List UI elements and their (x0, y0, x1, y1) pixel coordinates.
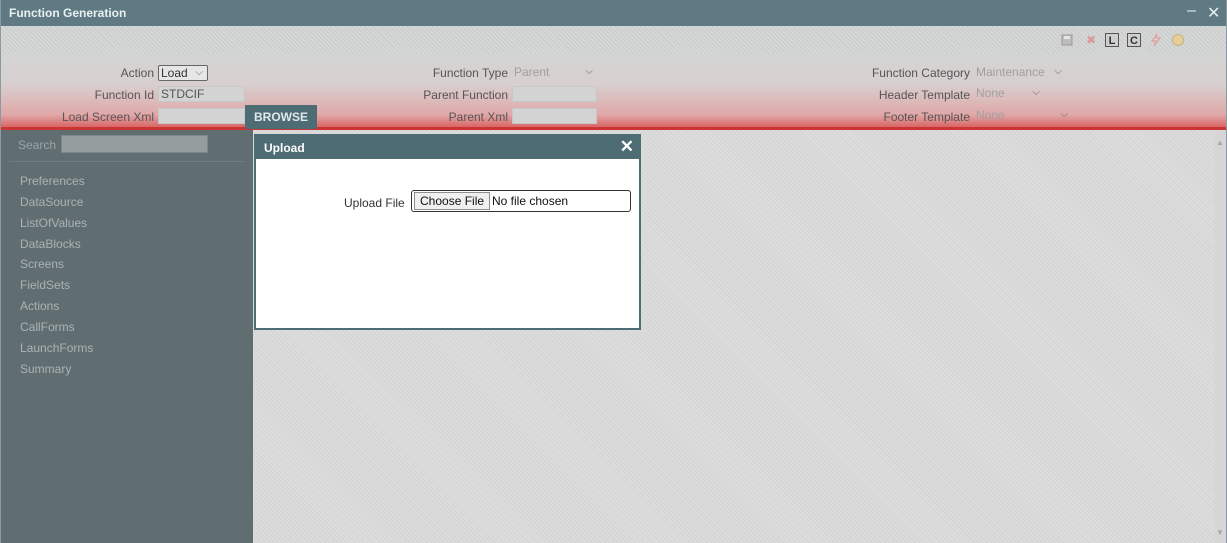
function-generation-window: Function Generation – ✕ ✖ L C Action Loa… (0, 0, 1227, 543)
help-icon[interactable] (1171, 33, 1185, 47)
function-type-label: Function Type (432, 66, 508, 80)
function-id-label: Function Id (94, 88, 154, 102)
scroll-up-icon[interactable]: ▲ (1216, 138, 1224, 147)
function-id-input[interactable]: STDCIF (158, 86, 245, 102)
close-window-icon[interactable]: ✕ (1207, 3, 1220, 23)
footer-template-select[interactable]: None ⌵ (974, 108, 1072, 124)
sidebar-divider (9, 161, 245, 162)
save-icon[interactable] (1060, 33, 1074, 47)
load-screen-xml-input[interactable] (158, 108, 245, 124)
l-button[interactable]: L (1105, 33, 1119, 47)
window-title: Function Generation (9, 6, 127, 20)
search-input[interactable] (61, 135, 208, 153)
browse-button[interactable]: BROWSE (245, 105, 317, 129)
sidebar-item-callforms[interactable]: CallForms (20, 320, 75, 334)
sidebar-item-preferences[interactable]: Preferences (20, 174, 85, 188)
close-icon[interactable]: ✕ (620, 137, 634, 157)
parent-function-label: Parent Function (423, 88, 508, 102)
minimize-icon[interactable]: – (1187, 2, 1196, 20)
sidebar-item-datasource[interactable]: DataSource (20, 195, 83, 209)
sidebar-item-screens[interactable]: Screens (20, 257, 64, 271)
sidebar-item-actions[interactable]: Actions (20, 299, 59, 313)
header-template-value: None (976, 86, 1005, 100)
parent-xml-input[interactable] (512, 108, 597, 124)
file-status-text: No file chosen (492, 194, 569, 208)
action-select[interactable]: Load ⌵ (158, 65, 208, 81)
sidebar-item-datablocks[interactable]: DataBlocks (20, 237, 81, 251)
header-template-label: Header Template (878, 88, 970, 102)
action-value: Load (161, 66, 188, 80)
choose-file-button[interactable]: Choose File (414, 192, 491, 210)
upload-file-label: Upload File (344, 196, 405, 210)
function-category-label: Function Category (871, 66, 970, 80)
title-bar: Function Generation – ✕ (1, 0, 1226, 26)
parent-function-input[interactable] (512, 86, 597, 102)
c-button[interactable]: C (1127, 33, 1141, 47)
sidebar-item-summary[interactable]: Summary (20, 362, 71, 376)
action-label: Action (120, 66, 154, 80)
function-type-value: Parent (514, 65, 550, 79)
toolbar: ✖ L C (1, 26, 1226, 54)
parent-xml-label: Parent Xml (448, 110, 508, 124)
vertical-scrollbar[interactable]: ▲ ▼ (1215, 130, 1226, 543)
lightning-icon[interactable] (1149, 33, 1163, 47)
scroll-down-icon[interactable]: ▼ (1216, 528, 1224, 537)
search-label: Search (18, 138, 57, 152)
sidebar-item-fieldsets[interactable]: FieldSets (20, 278, 70, 292)
footer-template-label: Footer Template (883, 110, 971, 124)
function-category-select[interactable]: Maintenance ⌵ (974, 65, 1066, 81)
upload-dialog: Upload ✕ Upload File Choose File No file… (254, 134, 641, 330)
header-template-select[interactable]: None ⌵ (974, 86, 1044, 102)
sidebar: Search Preferences DataSource ListOfValu… (1, 130, 253, 543)
load-screen-xml-label: Load Screen Xml (61, 110, 154, 124)
function-type-select[interactable]: Parent ⌵ (512, 65, 597, 81)
upload-dialog-header: Upload ✕ (256, 136, 639, 159)
upload-dialog-title: Upload (264, 141, 305, 155)
upload-file-input[interactable]: Choose File No file chosen (411, 190, 631, 212)
footer-template-value: None (976, 108, 1005, 122)
sidebar-item-listofvalues[interactable]: ListOfValues (20, 216, 87, 230)
delete-icon[interactable]: ✖ (1084, 33, 1098, 47)
function-category-value: Maintenance (976, 65, 1045, 79)
sidebar-item-launchforms[interactable]: LaunchForms (20, 341, 93, 355)
